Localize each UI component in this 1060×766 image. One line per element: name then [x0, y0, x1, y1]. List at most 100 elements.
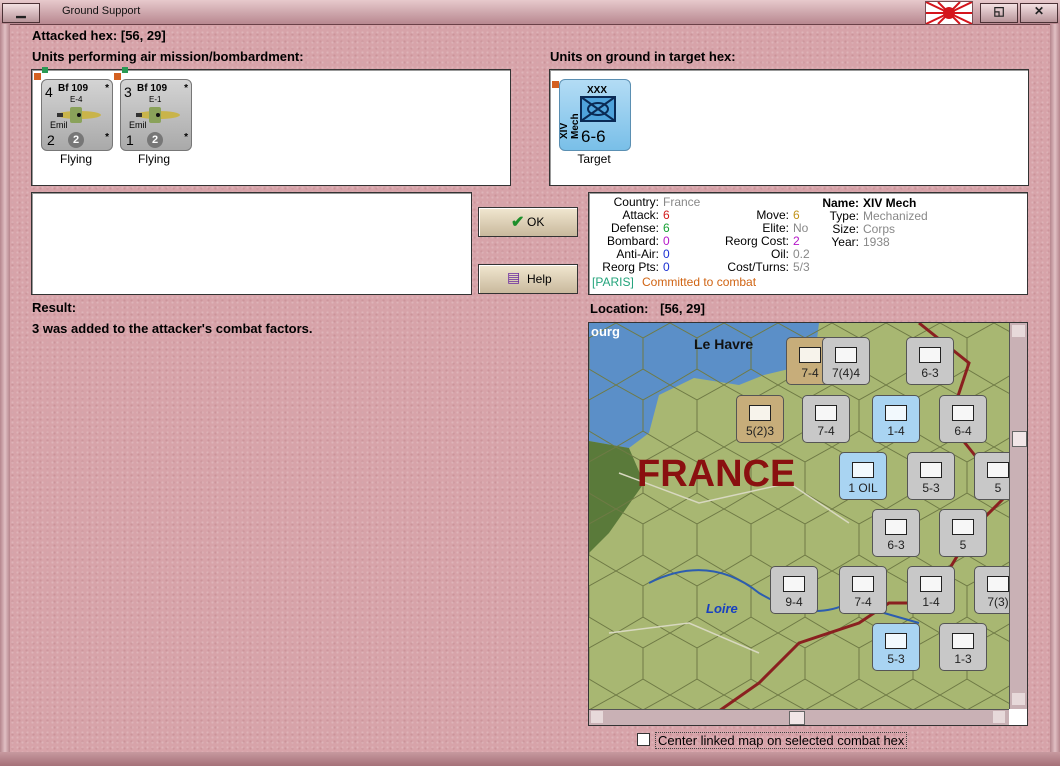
type-label: Type: — [829, 209, 859, 223]
unit-range: 2 — [47, 132, 55, 148]
location-label: Location: — [590, 301, 649, 316]
map-river-label: Loire — [706, 601, 738, 616]
window-title: Ground Support — [62, 5, 141, 17]
map-unit-counter[interactable]: 6-4 — [939, 395, 987, 443]
scroll-right-icon[interactable] — [993, 711, 1005, 723]
unit-symbol-icon — [987, 576, 1009, 592]
horizontal-scroll-thumb[interactable] — [789, 711, 805, 725]
unit-symbol-icon — [919, 347, 941, 363]
map-horizontal-scrollbar[interactable] — [589, 709, 1009, 725]
window-menu-button[interactable]: ▁ — [2, 3, 40, 23]
minimize-icon: ▁ — [16, 4, 26, 18]
scroll-down-icon[interactable] — [1012, 693, 1025, 705]
defense-value: 6 — [663, 221, 670, 235]
unit-symbol-icon — [799, 347, 821, 363]
scroll-up-icon[interactable] — [1012, 325, 1025, 337]
left-frame — [0, 24, 10, 764]
cost-turns-label: Cost/Turns: — [727, 260, 789, 274]
attack-value: 6 — [663, 208, 670, 222]
close-icon: ✕ — [1033, 4, 1045, 18]
map-unit-values: 5-3 — [887, 652, 905, 666]
center-map-checkbox[interactable] — [637, 733, 650, 746]
oil-label: Oil: — [771, 247, 789, 261]
unit-symbol-icon — [749, 405, 771, 421]
map-unit-counter[interactable]: 1 OIL — [839, 452, 887, 500]
map-unit-counter[interactable]: 5-3 — [872, 623, 920, 671]
name-label: Name: — [822, 196, 859, 210]
result-label: Result: — [32, 300, 77, 315]
ground-units-heading: Units on ground in target hex: — [550, 49, 736, 64]
message-panel — [31, 192, 472, 295]
size-label: Size: — [832, 222, 859, 236]
unit-status-text: Committed to combat — [642, 275, 757, 289]
location-value: [56, 29] — [660, 301, 705, 316]
map-unit-counter[interactable]: 6-3 — [906, 337, 954, 385]
help-button-label: Help — [527, 272, 552, 286]
unit-marker-icon — [114, 73, 121, 80]
map-unit-counter[interactable]: 9-4 — [770, 566, 818, 614]
map-unit-counter[interactable]: 5 — [974, 452, 1009, 500]
map-unit-counter[interactable]: 7(3) — [974, 566, 1009, 614]
country-value: France — [663, 195, 701, 209]
unit-marker-icon — [34, 73, 41, 80]
japan-flag-icon — [925, 1, 973, 25]
ground-units-panel: XXX XIV Mech 6-6 Target — [549, 69, 1029, 186]
attacked-hex-value: [56, 29] — [120, 28, 166, 43]
scroll-left-icon[interactable] — [591, 711, 603, 723]
air-unit-status: Flying — [59, 152, 92, 166]
map-unit-counter[interactable]: 5(2)3 — [736, 395, 784, 443]
size-value: Corps — [863, 222, 896, 236]
map-unit-counter[interactable]: 6-3 — [872, 509, 920, 557]
minimap[interactable]: ourg Le Havre FRANCE Loire 7-4 5(2)3 7(4)4… — [589, 323, 1009, 709]
name-value: XIV Mech — [863, 196, 917, 210]
vertical-scroll-thumb[interactable] — [1012, 431, 1027, 447]
location-row: Location: [56, 29] — [590, 301, 705, 316]
antiair-value: 0 — [663, 247, 670, 261]
help-button[interactable]: ▤ Help — [478, 264, 578, 294]
star-icon: * — [105, 132, 109, 143]
unit-variant: E-4 — [70, 95, 83, 104]
map-unit-counter[interactable]: 1-4 — [907, 566, 955, 614]
close-button[interactable]: ✕ — [1020, 3, 1058, 23]
map-unit-counter[interactable]: 7(4)4 — [822, 337, 870, 385]
unit-symbol-icon — [885, 633, 907, 649]
restore-icon: ◱ — [993, 4, 1005, 18]
unit-type: Bf 109 — [58, 83, 89, 94]
result-text: 3 was added to the attacker's combat fac… — [32, 321, 313, 336]
map-unit-counter[interactable]: 1-3 — [939, 623, 987, 671]
map-unit-values: 7-4 — [817, 424, 835, 438]
target-unit-counter[interactable]: XXX XIV Mech 6-6 — [559, 79, 631, 151]
type-value: Mechanized — [863, 209, 928, 223]
unit-strength: 3 — [124, 84, 132, 100]
attacked-hex-label: Attacked hex: — [32, 28, 118, 43]
air-unit-counter[interactable]: 3 Bf 109 E-1 Emil 1 2 * * — [120, 79, 192, 151]
star-icon: * — [184, 83, 188, 94]
map-unit-values: 7(3) — [987, 595, 1009, 609]
unit-symbol-icon — [852, 576, 874, 592]
unit-symbol-icon — [852, 462, 874, 478]
map-unit-counter[interactable]: 5-3 — [907, 452, 955, 500]
unit-symbol-icon — [835, 347, 857, 363]
attacked-hex-row: Attacked hex: [56, 29] — [32, 28, 166, 43]
bottom-frame — [0, 752, 1060, 766]
map-city-le-havre: Le Havre — [694, 336, 754, 352]
ok-button[interactable]: ✔ OK — [478, 207, 578, 237]
minimap-frame: ourg Le Havre FRANCE Loire 7-4 5(2)3 7(4)4… — [588, 322, 1028, 726]
map-unit-counter[interactable]: 5 — [939, 509, 987, 557]
unit-marker-icon — [122, 67, 128, 73]
map-unit-values: 1-4 — [887, 424, 905, 438]
map-unit-values: 1-3 — [954, 652, 972, 666]
air-unit-counter[interactable]: 4 Bf 109 E-4 Emil 2 2 * * — [41, 79, 113, 151]
map-unit-counter[interactable]: 7-4 — [839, 566, 887, 614]
center-map-checkbox-label[interactable]: Center linked map on selected combat hex — [655, 732, 908, 749]
year-label: Year: — [831, 235, 859, 249]
unit-values: 6-6 — [581, 127, 606, 146]
attack-label: Attack: — [622, 208, 659, 222]
map-unit-counter[interactable]: 7-4 — [802, 395, 850, 443]
map-vertical-scrollbar[interactable] — [1009, 323, 1027, 709]
restore-button[interactable]: ◱ — [980, 3, 1018, 23]
map-unit-counter[interactable]: 1-4 — [872, 395, 920, 443]
unit-name: Emil — [129, 120, 147, 130]
unit-symbol-icon — [952, 405, 974, 421]
unit-symbol-icon — [815, 405, 837, 421]
